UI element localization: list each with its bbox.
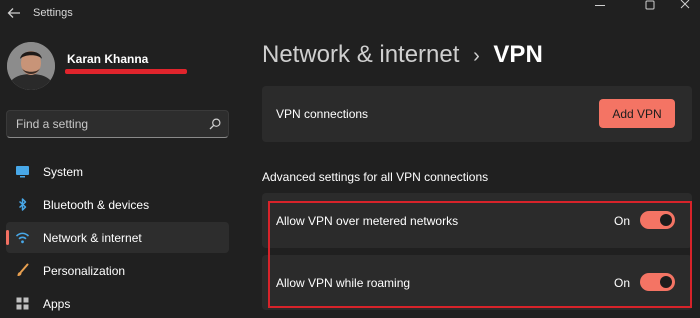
- sidebar-item-network-internet[interactable]: Network & internet: [6, 222, 229, 253]
- sidebar-item-apps[interactable]: Apps: [6, 288, 229, 318]
- vpn-connections-card: VPN connections Add VPN: [262, 86, 692, 142]
- search-box: [6, 110, 229, 138]
- wifi-icon: [15, 230, 30, 245]
- breadcrumb: Network & internet › VPN: [262, 41, 543, 69]
- minimize-icon[interactable]: [585, 0, 615, 14]
- sidebar-item-personalization[interactable]: Personalization: [6, 255, 229, 286]
- setting-row-roaming: Allow VPN while roaming On: [262, 255, 692, 310]
- toggle-knob: [660, 214, 672, 226]
- toggle-state-label: On: [614, 214, 631, 228]
- roaming-toggle[interactable]: [640, 273, 675, 291]
- app-title: Settings: [33, 7, 73, 19]
- toggle-state-label: On: [614, 276, 631, 290]
- user-name: Karan Khanna: [67, 52, 149, 66]
- brush-icon: [15, 263, 30, 278]
- search-icon[interactable]: [208, 117, 222, 131]
- monitor-icon: [15, 164, 30, 179]
- page-title: VPN: [493, 41, 543, 68]
- close-icon[interactable]: [670, 0, 700, 14]
- breadcrumb-separator: ›: [473, 45, 480, 67]
- redaction-mark: [65, 69, 187, 74]
- sidebar-item-system[interactable]: System: [6, 156, 229, 187]
- sidebar-item-bluetooth-devices[interactable]: Bluetooth & devices: [6, 189, 229, 220]
- maximize-icon[interactable]: [635, 0, 665, 14]
- breadcrumb-parent[interactable]: Network & internet: [262, 41, 459, 68]
- toggle-knob: [660, 276, 672, 288]
- vpn-connections-label: VPN connections: [276, 107, 369, 121]
- search-input[interactable]: [7, 111, 197, 137]
- sidebar-item-label: System: [43, 165, 84, 179]
- sidebar-item-label: Personalization: [43, 264, 126, 278]
- sidebar-item-label: Bluetooth & devices: [43, 198, 150, 212]
- avatar[interactable]: [7, 42, 55, 90]
- setting-label: Allow VPN while roaming: [276, 276, 411, 290]
- sidebar-item-label: Apps: [43, 297, 71, 311]
- sidebar-item-label: Network & internet: [43, 231, 142, 245]
- metered-networks-toggle[interactable]: [640, 211, 675, 229]
- bluetooth-icon: [15, 197, 30, 212]
- back-arrow-icon[interactable]: [5, 4, 23, 22]
- advanced-settings-heading: Advanced settings for all VPN connection…: [262, 170, 489, 184]
- active-indicator: [6, 230, 9, 245]
- title-bar: Settings: [0, 0, 700, 26]
- setting-row-metered-networks: Allow VPN over metered networks On: [262, 193, 692, 248]
- add-vpn-button[interactable]: Add VPN: [599, 99, 675, 128]
- setting-label: Allow VPN over metered networks: [276, 214, 459, 228]
- apps-grid-icon: [15, 296, 30, 311]
